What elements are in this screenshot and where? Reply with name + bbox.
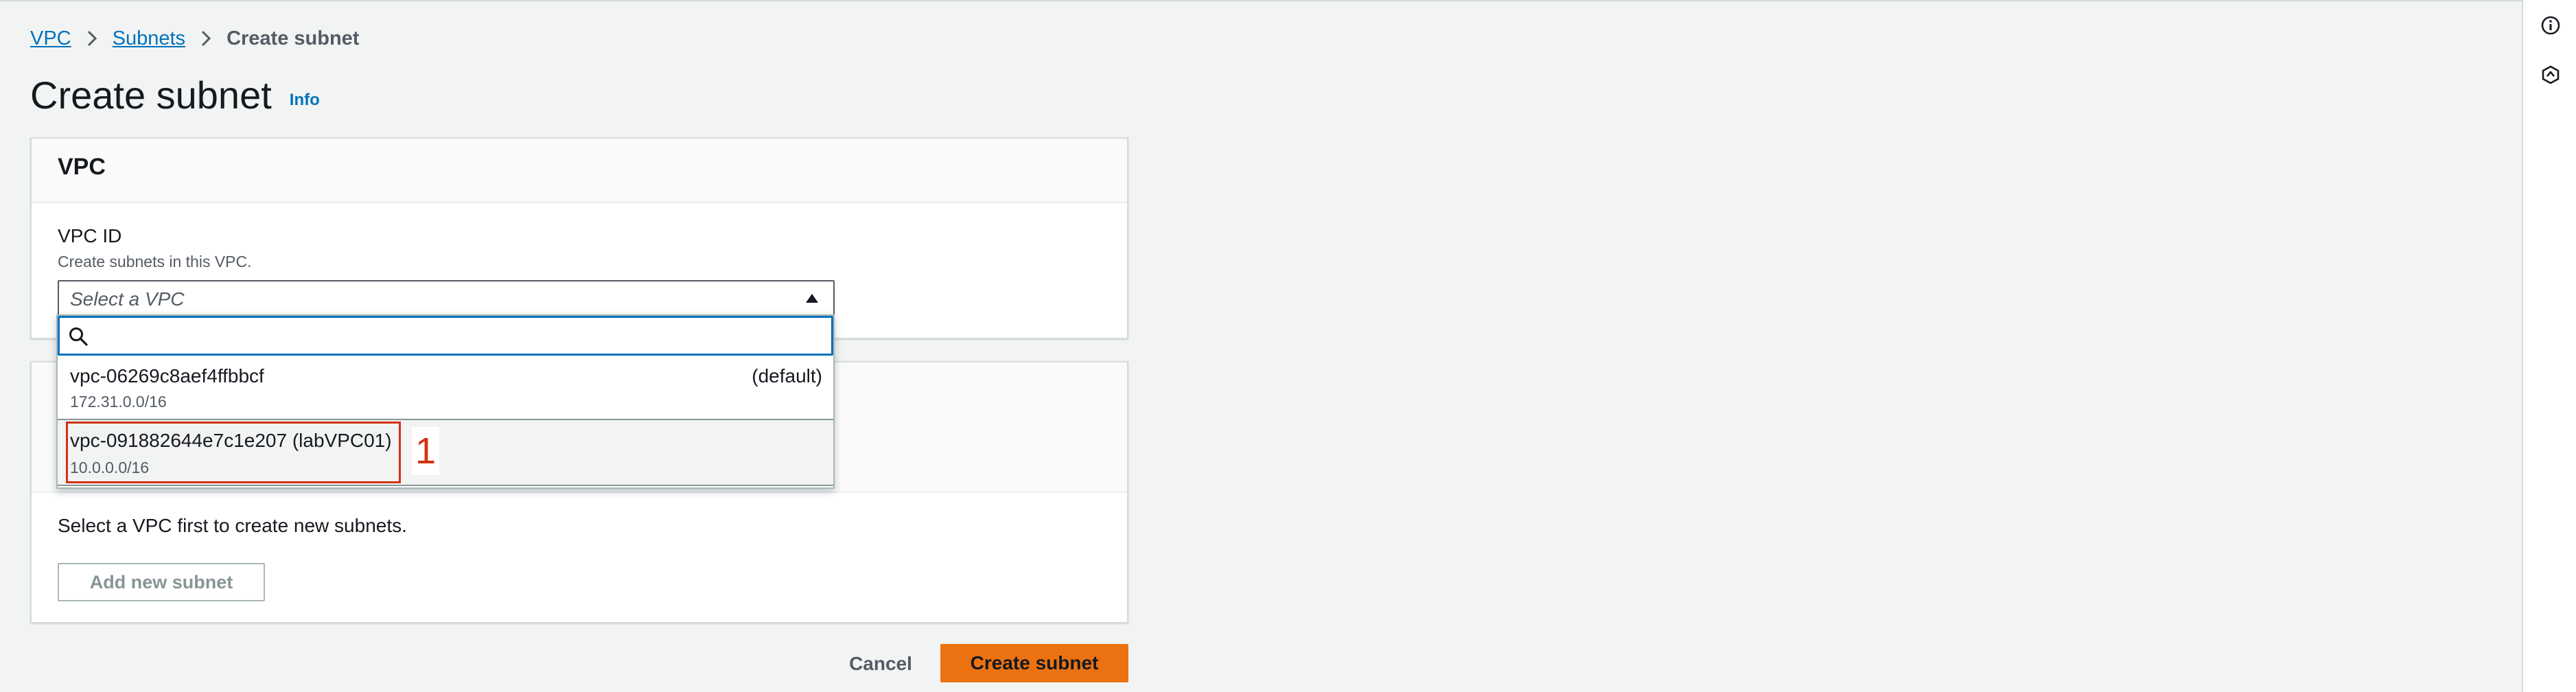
page-title: Create subnet <box>30 73 272 117</box>
info-circle-icon[interactable] <box>2540 15 2561 36</box>
vpc-id-label: VPC ID <box>58 225 122 246</box>
add-new-subnet-button[interactable]: Add new subnet <box>58 563 265 601</box>
vpc-panel-header: VPC <box>32 139 1127 203</box>
vpc-dropdown-search[interactable] <box>58 316 833 356</box>
chevron-right-icon <box>86 30 97 47</box>
cancel-button[interactable]: Cancel <box>829 644 932 684</box>
vpc-search-input[interactable] <box>98 322 815 351</box>
breadcrumb-link-subnets[interactable]: Subnets <box>113 27 185 50</box>
main-content: VPC Subnets Create subnet Create subnet … <box>0 0 2522 692</box>
vpc-panel: VPC VPC ID Create subnets in this VPC. S… <box>30 137 1128 339</box>
vpc-panel-title: VPC <box>58 154 106 180</box>
search-icon <box>68 326 89 347</box>
create-subnet-button[interactable]: Create subnet <box>940 644 1128 682</box>
breadcrumb: VPC Subnets Create subnet <box>30 25 359 52</box>
page-header: Create subnet Info <box>30 67 320 122</box>
annotation-step-number: 1 <box>412 427 439 475</box>
vpc-option-cidr: 172.31.0.0/16 <box>70 393 167 411</box>
vpc-select-placeholder: Select a VPC <box>70 288 185 310</box>
caret-up-icon <box>804 291 820 306</box>
vpc-option-highlighted[interactable]: vpc-091882644e7c1e207 (labVPC01) 10.0.0.… <box>58 419 833 486</box>
vpc-id-description: Create subnets in this VPC. <box>58 253 252 270</box>
info-link[interactable]: Info <box>290 91 320 110</box>
breadcrumb-current: Create subnet <box>227 27 360 49</box>
vpc-option-cidr: 10.0.0.0/16 <box>70 459 150 476</box>
vpc-option-name: vpc-06269c8aef4ffbbcf <box>70 365 264 387</box>
vpc-option-default-tag: (default) <box>752 365 822 387</box>
vpc-option[interactable]: vpc-06269c8aef4ffbbcf 172.31.0.0/16 (def… <box>58 356 833 419</box>
breadcrumb-link-vpc[interactable]: VPC <box>30 27 71 50</box>
hexagon-settings-icon[interactable] <box>2540 65 2561 85</box>
vpc-id-select[interactable]: Select a VPC <box>58 280 835 316</box>
vpc-dropdown-list: vpc-06269c8aef4ffbbcf 172.31.0.0/16 (def… <box>56 314 835 489</box>
right-utility-bar <box>2522 0 2576 692</box>
vpc-option-name: vpc-091882644e7c1e207 (labVPC01) <box>70 430 392 451</box>
chevron-right-icon <box>200 30 211 47</box>
subnet-empty-message: Select a VPC first to create new subnets… <box>58 515 407 536</box>
